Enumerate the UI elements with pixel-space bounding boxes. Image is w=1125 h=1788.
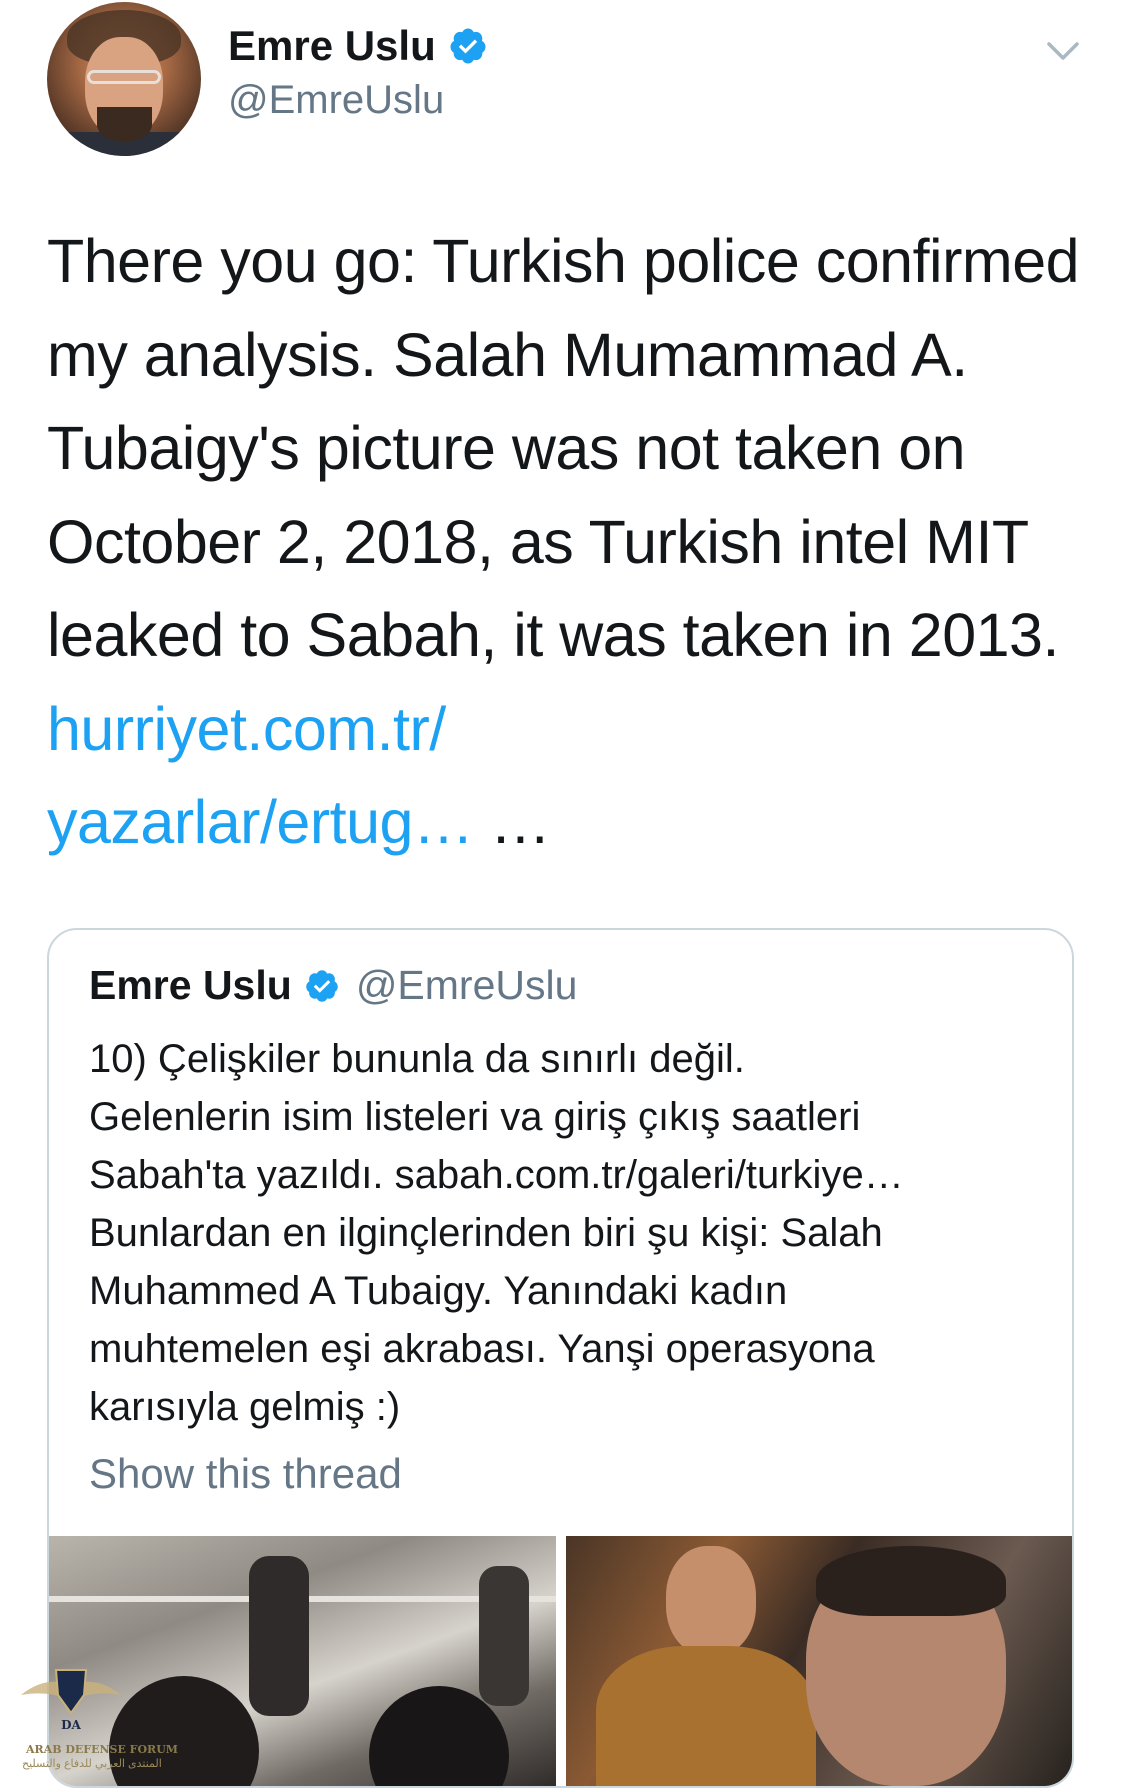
quoted-media — [49, 1536, 1072, 1786]
verified-badge-icon — [306, 969, 338, 1002]
watermark-text-arabic: المنتدى العربي للدفاع والتسليح — [22, 1758, 162, 1770]
tweet-ellipsis: … — [489, 788, 551, 856]
quoted-author-name[interactable]: Emre Uslu — [89, 962, 292, 1009]
tweet-link-part2[interactable]: yazarlar/ertug… — [47, 788, 474, 856]
svg-text:DA: DA — [61, 1718, 81, 1732]
tweet-link[interactable]: hurriyet.com.tr/yazarlar/ertug… — [47, 695, 474, 857]
tweet-link-part1[interactable]: hurriyet.com.tr/ — [47, 695, 446, 763]
quoted-line: Muhammed A Tubaigy. Yanındaki kadın — [89, 1269, 788, 1313]
quoted-line: Gelenlerin isim listeleri va giriş çıkış… — [89, 1095, 861, 1139]
tweet-text: There you go: Turkish police confirmed m… — [47, 215, 1087, 870]
quoted-text: 10) Çelişkiler bununla da sınırlı değil.… — [89, 1030, 1049, 1436]
quoted-line: Bunlardan en ilginçlerinden biri şu kişi… — [89, 1211, 883, 1255]
quoted-line: muhtemelen eşi akrabası. Yanşi operasyon… — [89, 1327, 875, 1371]
quoted-author-handle[interactable]: @EmreUslu — [356, 962, 578, 1009]
quoted-line: 10) Çelişkiler bununla da sınırlı değil. — [89, 1037, 745, 1081]
media-image-2[interactable] — [565, 1536, 1072, 1786]
author-handle[interactable]: @EmreUslu — [228, 78, 444, 123]
show-thread-link[interactable]: Show this thread — [89, 1450, 402, 1498]
quoted-line: Sabah'ta yazıldı. sabah.com.tr/galeri/tu… — [89, 1153, 904, 1197]
avatar[interactable] — [47, 2, 201, 156]
author-name-row[interactable]: Emre Uslu — [228, 22, 488, 70]
author-name[interactable]: Emre Uslu — [228, 22, 436, 70]
quoted-tweet[interactable]: Emre Uslu @EmreUslu 10) Çelişkiler bunun… — [47, 928, 1074, 1788]
watermark: DA ARAB DEFENSE FORUM المنتدى العربي للد… — [6, 1655, 178, 1775]
verified-badge-icon — [450, 28, 486, 64]
tweet-body: There you go: Turkish police confirmed m… — [47, 227, 1080, 669]
watermark-text: ARAB DEFENSE FORUM — [26, 1743, 178, 1756]
forum-logo-icon: DA — [21, 1669, 121, 1732]
quoted-line: karısıyla gelmiş :) — [89, 1385, 401, 1429]
chevron-down-icon[interactable] — [1046, 40, 1080, 64]
quoted-header: Emre Uslu @EmreUslu — [89, 962, 577, 1009]
